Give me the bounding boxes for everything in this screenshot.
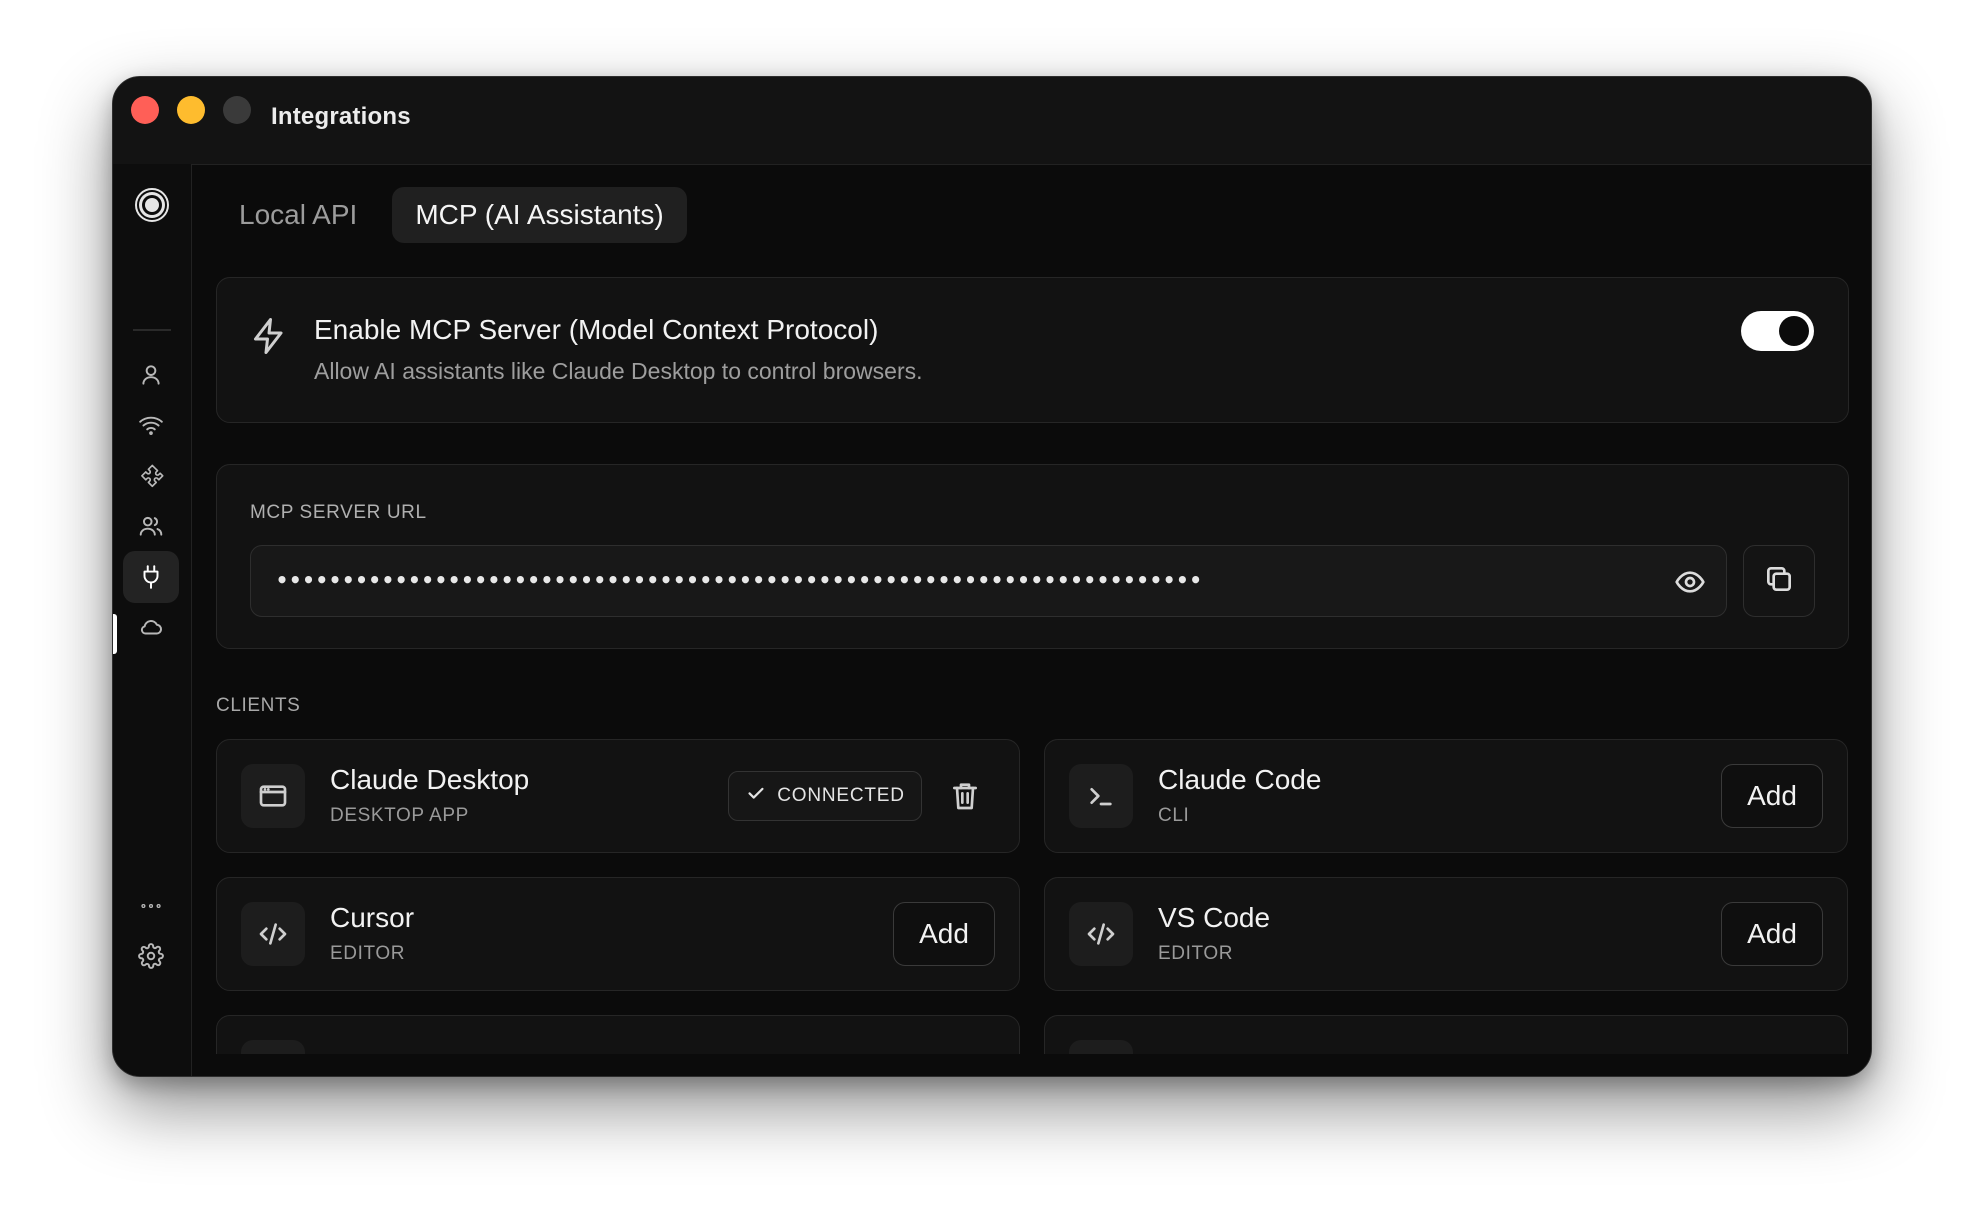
- gear-icon: [138, 943, 164, 969]
- tab-bar: Local API MCP (AI Assistants): [216, 187, 687, 243]
- sidebar-settings-button[interactable]: [123, 930, 179, 982]
- sidebar-item-team[interactable]: [123, 500, 179, 552]
- mcp-description: Allow AI assistants like Claude Desktop …: [314, 358, 923, 384]
- client-card-cursor: Cursor EDITOR Add: [216, 877, 1020, 991]
- client-card-claude-desktop: Claude Desktop DESKTOP APP CONNECTED: [216, 739, 1020, 853]
- client-card-claude-code: Claude Code CLI Add: [1044, 739, 1848, 853]
- mcp-title: Enable MCP Server (Model Context Protoco…: [314, 314, 879, 345]
- client-type: CLI: [1158, 805, 1190, 826]
- sidebar-item-profile[interactable]: [123, 349, 179, 401]
- check-icon: [745, 782, 767, 810]
- code-icon: [241, 902, 305, 966]
- add-vs-code-button[interactable]: Add: [1721, 902, 1823, 966]
- client-name: Claude Code: [1158, 764, 1322, 795]
- plug-icon: [143, 565, 159, 589]
- close-window-button[interactable]: [131, 96, 159, 124]
- scroll-clip: [192, 1054, 1871, 1076]
- copy-icon: [1763, 563, 1795, 600]
- sidebar-more-button[interactable]: [123, 880, 179, 932]
- sidebar-item-extensions[interactable]: [123, 450, 179, 502]
- copy-url-button[interactable]: [1743, 545, 1815, 617]
- window-icon: [241, 764, 305, 828]
- sidebar-active-indicator: [113, 614, 117, 654]
- window-title: Integrations: [271, 103, 411, 130]
- sidebar-divider: [133, 329, 171, 331]
- client-name: Claude Desktop: [330, 764, 530, 795]
- server-url-label: MCP SERVER URL: [250, 502, 427, 523]
- server-url-masked-value: ••••••••••••••••••••••••••••••••••••••••…: [276, 568, 1203, 592]
- minimize-window-button[interactable]: [177, 96, 205, 124]
- sidebar-item-integrations[interactable]: [123, 551, 179, 603]
- connected-status-badge: CONNECTED: [728, 771, 922, 821]
- client-name: VS Code: [1158, 902, 1271, 933]
- server-url-field[interactable]: ••••••••••••••••••••••••••••••••••••••••…: [250, 545, 1727, 617]
- title-bar: Integrations: [113, 77, 1871, 165]
- user-icon: [142, 365, 160, 385]
- sidebar-item-network[interactable]: [123, 399, 179, 451]
- sidebar: [113, 164, 192, 1076]
- client-card-vs-code: VS Code EDITOR Add: [1044, 877, 1848, 991]
- client-name: Cursor: [330, 902, 415, 933]
- main-content: Local API MCP (AI Assistants) Enable MCP…: [192, 164, 1871, 1076]
- sidebar-item-cloud[interactable]: [123, 601, 179, 653]
- trash-icon[interactable]: [950, 780, 980, 812]
- more-icon: [141, 903, 161, 909]
- connected-status-label: CONNECTED: [777, 785, 905, 806]
- app-window: Integrations Local API MCP (AI Assistant…: [112, 76, 1872, 1077]
- code-icon: [1069, 902, 1133, 966]
- puzzle-icon: [141, 464, 164, 488]
- server-url-card: MCP SERVER URL •••••••••••••••••••••••••…: [216, 464, 1849, 649]
- add-cursor-button[interactable]: Add: [893, 902, 995, 966]
- lightning-icon: [251, 316, 287, 356]
- cloud-icon: [140, 620, 162, 635]
- zoom-window-button[interactable]: [223, 96, 251, 124]
- tab-local-api[interactable]: Local API: [216, 187, 380, 243]
- client-type: EDITOR: [1158, 943, 1234, 964]
- eye-icon[interactable]: [1674, 566, 1706, 598]
- app-logo-icon[interactable]: [135, 188, 169, 222]
- users-icon: [139, 516, 163, 536]
- client-type: DESKTOP APP: [330, 805, 469, 826]
- mcp-enable-toggle[interactable]: [1741, 311, 1814, 351]
- add-claude-code-button[interactable]: Add: [1721, 764, 1823, 828]
- clients-section-label: CLIENTS: [216, 695, 301, 716]
- tab-mcp[interactable]: MCP (AI Assistants): [392, 187, 687, 243]
- toggle-knob: [1779, 316, 1809, 346]
- mcp-server-card: Enable MCP Server (Model Context Protoco…: [216, 277, 1849, 423]
- terminal-icon: [1069, 764, 1133, 828]
- client-type: EDITOR: [330, 943, 406, 964]
- wifi-icon: [139, 416, 163, 435]
